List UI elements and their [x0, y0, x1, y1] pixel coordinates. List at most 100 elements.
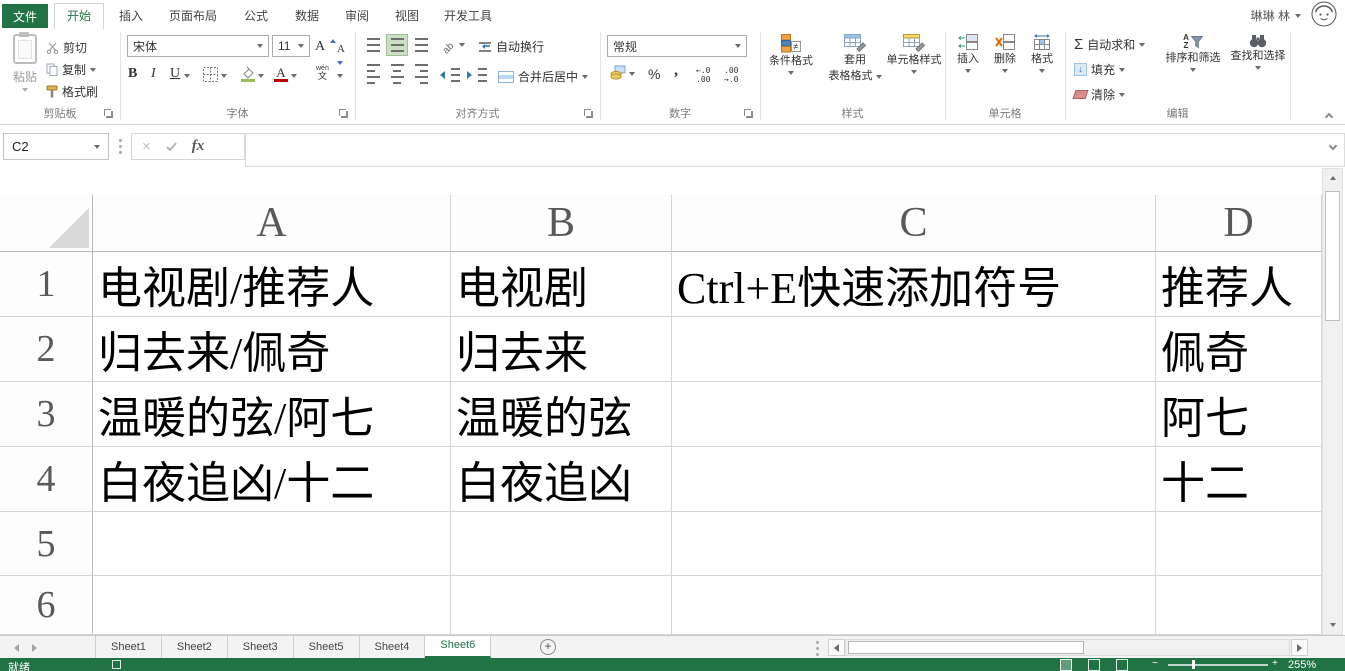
row-header-2[interactable]: 2 — [0, 317, 93, 382]
column-header-D[interactable]: D — [1156, 195, 1322, 252]
delete-cells-button[interactable]: 删除 — [987, 34, 1023, 73]
sheet-tab-sheet1[interactable]: Sheet1 — [95, 636, 162, 658]
cell-C2[interactable] — [672, 317, 1156, 382]
vertical-scrollbar[interactable] — [1322, 168, 1343, 635]
next-sheet-button[interactable] — [32, 644, 37, 652]
name-box[interactable]: C2 — [3, 133, 109, 160]
fill-color-button[interactable] — [240, 66, 256, 87]
macro-record-icon[interactable] — [112, 660, 121, 669]
tab-home[interactable]: 开始 — [54, 3, 104, 29]
alignment-dialog-launcher[interactable] — [584, 109, 594, 119]
phonetic-guide-button[interactable]: wén 文 — [316, 65, 329, 81]
cell-D2[interactable]: 佩奇 — [1156, 317, 1322, 382]
cut-button[interactable]: 剪切 — [46, 39, 87, 56]
hscroll-left-button[interactable] — [828, 639, 845, 656]
column-header-B[interactable]: B — [451, 195, 672, 252]
align-center-button[interactable] — [386, 63, 408, 85]
cell-A2[interactable]: 归去来/佩奇 — [93, 317, 451, 382]
fill-color-dropdown[interactable] — [258, 74, 264, 78]
vertical-scroll-thumb[interactable] — [1325, 191, 1340, 321]
cancel-icon[interactable]: × — [142, 138, 151, 155]
sheet-tab-sheet3[interactable]: Sheet3 — [228, 636, 294, 658]
font-color-dropdown[interactable] — [291, 74, 297, 78]
enter-check-icon[interactable] — [165, 141, 178, 152]
paste-button[interactable]: 粘贴 — [6, 34, 44, 92]
cell-A6[interactable] — [93, 576, 451, 635]
row-header-1[interactable]: 1 — [0, 252, 93, 317]
row-header-4[interactable]: 4 — [0, 447, 93, 512]
row-header-5[interactable]: 5 — [0, 512, 93, 576]
format-as-table-button[interactable]: 套用 表格格式 — [822, 34, 888, 84]
cell-C6[interactable] — [672, 576, 1156, 635]
number-format-combo[interactable]: 常规 — [607, 35, 747, 57]
cell-C1[interactable]: Ctrl+E快速添加符号 — [672, 252, 1156, 317]
tab-view[interactable]: 视图 — [384, 4, 430, 28]
borders-button[interactable] — [203, 67, 218, 87]
tab-data[interactable]: 数据 — [284, 4, 330, 28]
number-dialog-launcher[interactable] — [744, 109, 754, 119]
sheet-tab-sheet6-active[interactable]: Sheet6 — [425, 636, 491, 658]
cell-D1[interactable]: 推荐人 — [1156, 252, 1322, 317]
cell-D4[interactable]: 十二 — [1156, 447, 1322, 512]
increase-indent-button[interactable] — [467, 66, 487, 84]
tab-developer[interactable]: 开发工具 — [432, 4, 504, 28]
shrink-font-button[interactable]: A — [337, 39, 355, 75]
zoom-in-button[interactable]: + — [1272, 658, 1278, 669]
format-cells-button[interactable]: 格式 — [1024, 34, 1060, 73]
font-color-button[interactable]: A — [274, 66, 288, 82]
font-dialog-launcher[interactable] — [339, 109, 349, 119]
column-header-A[interactable]: A — [93, 195, 451, 252]
cell-B4[interactable]: 白夜追凶 — [451, 447, 672, 512]
font-name-combo[interactable]: 宋体 — [127, 35, 269, 57]
clipboard-dialog-launcher[interactable] — [104, 109, 114, 119]
clear-button[interactable]: 清除 — [1074, 86, 1125, 103]
accounting-dropdown[interactable] — [629, 72, 635, 76]
prev-sheet-button[interactable] — [14, 644, 19, 652]
align-left-button[interactable] — [362, 63, 384, 85]
cell-D6[interactable] — [1156, 576, 1322, 635]
formula-bar-resize-dots[interactable] — [119, 139, 122, 142]
scroll-up-button[interactable] — [1323, 169, 1342, 187]
sheet-tab-sheet4[interactable]: Sheet4 — [360, 636, 426, 658]
scroll-down-button[interactable] — [1323, 616, 1342, 634]
hscroll-right-button[interactable] — [1291, 639, 1308, 656]
cell-A1[interactable]: 电视剧/推荐人 — [93, 252, 451, 317]
cell-B1[interactable]: 电视剧 — [451, 252, 672, 317]
tab-file[interactable]: 文件 — [2, 4, 48, 28]
normal-view-button[interactable] — [1060, 659, 1072, 671]
insert-function-button[interactable]: fx — [192, 138, 205, 155]
column-header-C[interactable]: C — [672, 195, 1156, 252]
cell-A3[interactable]: 温暖的弦/阿七 — [93, 382, 451, 447]
tab-formulas[interactable]: 公式 — [232, 4, 280, 28]
cell-B5[interactable] — [451, 512, 672, 576]
add-sheet-button[interactable]: + — [540, 639, 556, 655]
phonetic-dropdown[interactable] — [337, 74, 343, 78]
horizontal-scrollbar[interactable] — [845, 639, 1290, 656]
tab-insert[interactable]: 插入 — [108, 4, 154, 28]
horizontal-scroll-thumb[interactable] — [848, 641, 1084, 654]
borders-dropdown[interactable] — [221, 74, 227, 78]
orientation-button[interactable]: ab — [443, 38, 454, 56]
cell-C4[interactable] — [672, 447, 1156, 512]
merge-center-button[interactable]: 合并后居中 — [498, 68, 588, 85]
row-header-3[interactable]: 3 — [0, 382, 93, 447]
decrease-indent-button[interactable] — [440, 66, 460, 84]
conditional-format-button[interactable]: ≠ 条件格式 — [762, 34, 820, 75]
format-painter-button[interactable]: 格式刷 — [46, 83, 98, 100]
page-break-view-button[interactable] — [1116, 659, 1128, 671]
align-middle-button[interactable] — [386, 34, 408, 56]
decrease-decimal-button[interactable]: .00 →.0 — [724, 66, 738, 84]
sheet-tab-sheet2[interactable]: Sheet2 — [162, 636, 228, 658]
cell-B3[interactable]: 温暖的弦 — [451, 382, 672, 447]
fill-button[interactable]: ↓ 填充 — [1074, 61, 1125, 78]
autosum-button[interactable]: Σ 自动求和 — [1074, 36, 1145, 53]
accounting-format-button[interactable] — [610, 65, 626, 85]
align-right-button[interactable] — [410, 63, 432, 85]
cell-D3[interactable]: 阿七 — [1156, 382, 1322, 447]
comma-style-button[interactable]: , — [674, 62, 678, 80]
underline-dropdown[interactable] — [184, 74, 190, 78]
cell-C5[interactable] — [672, 512, 1156, 576]
tab-page-layout[interactable]: 页面布局 — [156, 4, 230, 28]
orientation-dropdown[interactable] — [459, 43, 465, 47]
italic-button[interactable]: I — [151, 66, 156, 82]
